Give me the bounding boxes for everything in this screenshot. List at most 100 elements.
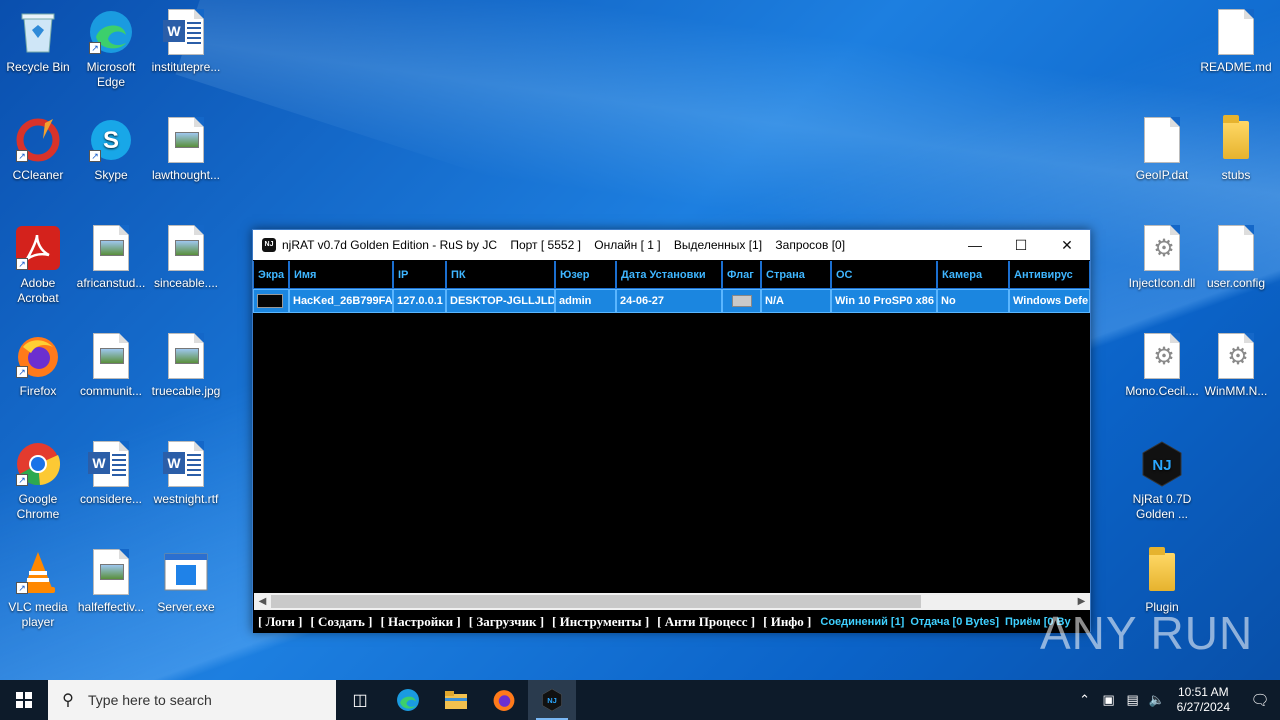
flag-icon [732,295,752,307]
notification-icon[interactable]: 🗨 [1240,691,1280,709]
menu-logs[interactable]: [ Логи ] [258,614,302,630]
desktop-icon-image-file[interactable]: halfeffectiv... [73,548,149,615]
word-doc-icon: W [87,440,135,488]
network-icon[interactable]: ▤ [1121,692,1145,708]
requests-status: Запросов [0] [775,238,846,252]
desktop-icon-ccleaner[interactable]: ↗ CCleaner [0,116,76,183]
col-header-user[interactable]: Юзер [555,261,616,289]
scroll-left-arrow-icon[interactable]: ◀ [254,596,271,607]
desktop-icon-vlc[interactable]: ↗ VLC media player [0,548,76,630]
col-header-flag[interactable]: Флаг [722,261,761,289]
desktop-icon-image-file[interactable]: lawthought... [148,116,224,183]
desktop-icon-label: Recycle Bin [6,60,70,74]
desktop-icon-label: africanstud... [76,276,146,290]
minimize-button[interactable]: — [952,230,998,260]
menu-anti-process[interactable]: [ Анти Процесс ] [657,614,755,630]
col-header-os[interactable]: ОС [831,261,937,289]
desktop-icon-recycle-bin[interactable]: Recycle Bin [0,8,76,75]
svg-text:NJ: NJ [547,696,557,705]
cell-name: HacKed_26B799FA [289,289,393,313]
desktop-icon-label: Adobe Acrobat [17,276,59,305]
start-button[interactable] [0,680,48,720]
col-header-install-date[interactable]: Дата Установки [616,261,722,289]
taskbar-njrat[interactable]: NJ [528,680,576,720]
desktop-icon-njrat[interactable]: NJ NjRat 0.7D Golden ... [1124,440,1200,522]
col-header-screen[interactable]: Экра [253,261,289,289]
system-tray: ⌃ ▣ ▤ 🔈 10:51 AM 6/27/2024 🗨 [1073,680,1280,720]
edge-icon: ↗ [87,8,135,56]
desktop-icon-acrobat[interactable]: ↗ Adobe Acrobat [0,224,76,306]
menu-settings[interactable]: [ Настройки ] [380,614,460,630]
menu-info[interactable]: [ Инфо ] [763,614,811,630]
desktop-icon-image-file[interactable]: truecable.jpg [148,332,224,399]
taskbar-edge[interactable] [384,680,432,720]
desktop-icon-mono-cecil[interactable]: ⚙ Mono.Cecil.... [1124,332,1200,399]
table-row[interactable]: HacKed_26B799FA 127.0.0.1 DESKTOP-JGLLJL… [253,289,1090,313]
njrat-app-icon: NJ [1138,440,1186,488]
col-header-antivirus[interactable]: Антивирус [1009,261,1090,289]
cell-os: Win 10 ProSP0 x86 [831,289,937,313]
taskbar-search-box[interactable]: ⚲ Type here to search [48,680,336,720]
desktop-icon-word-doc[interactable]: W considere... [73,440,149,507]
col-header-name[interactable]: Имя [289,261,393,289]
desktop-icon-label: westnight.rtf [153,492,219,506]
taskbar-clock[interactable]: 10:51 AM 6/27/2024 [1177,685,1230,715]
desktop-icon-edge[interactable]: ↗ Microsoft Edge [73,8,149,90]
desktop-icon-firefox[interactable]: ↗ Firefox [0,332,76,399]
col-header-pc[interactable]: ПК [446,261,555,289]
desktop-icon-chrome[interactable]: ↗ Google Chrome [0,440,76,522]
exe-file-icon [162,548,210,596]
desktop-icon-label: communit... [79,384,142,398]
skype-icon: S ↗ [87,116,135,164]
desktop-icon-geoip[interactable]: GeoIP.dat [1124,116,1200,183]
desktop-icon-label: Google Chrome [16,492,60,521]
anyrun-watermark: ANY RUN [1040,607,1254,659]
desktop-icon-user-config[interactable]: user.config [1198,224,1274,291]
clients-table[interactable]: Экра Имя IP ПК Юзер Дата Установки Флаг … [253,261,1090,313]
col-header-ip[interactable]: IP [393,261,446,289]
desktop-icon-plugin-folder[interactable]: Plugin [1124,547,1200,615]
volume-icon[interactable]: 🔈 [1145,692,1169,708]
desktop-icon-stubs-folder[interactable]: stubs [1198,115,1274,183]
desktop-icon-label: Skype [94,168,128,182]
window-titlebar[interactable]: NJ njRAT v0.7d Golden Edition - RuS by J… [253,230,1090,260]
scroll-thumb[interactable] [271,595,921,608]
njrat-window[interactable]: NJ njRAT v0.7d Golden Edition - RuS by J… [252,229,1091,633]
col-header-country[interactable]: Страна [761,261,831,289]
taskbar-file-explorer[interactable] [432,680,480,720]
desktop-icon-image-file[interactable]: sinceable.... [148,224,224,291]
menu-loader[interactable]: [ Загрузчик ] [469,614,544,630]
desktop-icon-word-doc[interactable]: W institutepre... [148,8,224,75]
desktop-icon-image-file[interactable]: communit... [73,332,149,399]
desktop-icon-word-doc[interactable]: W westnight.rtf [148,440,224,507]
desktop-icon-winmm[interactable]: ⚙ WinMM.N... [1198,332,1274,399]
desktop-icon-label: sinceable.... [153,276,219,290]
menu-create[interactable]: [ Создать ] [310,614,372,630]
scroll-track[interactable] [271,595,1073,608]
desktop-icon-skype[interactable]: S ↗ Skype [73,116,149,183]
horizontal-scrollbar[interactable]: ◀ ▶ [254,593,1090,610]
desktop-icon-image-file[interactable]: africanstud... [73,224,149,291]
security-icon[interactable]: ▣ [1097,692,1121,708]
task-view-button[interactable]: ◫ [336,680,384,720]
maximize-button[interactable]: ☐ [998,230,1044,260]
close-button[interactable]: ✕ [1044,230,1090,260]
menu-tools[interactable]: [ Инструменты ] [552,614,649,630]
vlc-icon: ↗ [14,548,62,596]
col-header-camera[interactable]: Камера [937,261,1009,289]
desktop-icon-injecticon-dll[interactable]: ⚙ InjectIcon.dll [1124,224,1200,291]
desktop-icon-readme[interactable]: README.md [1198,8,1274,75]
desktop-icon-label: Server.exe [157,600,215,614]
word-doc-icon: W [162,8,210,56]
folder-icon [1138,547,1186,596]
desktop-icon-server-exe[interactable]: Server.exe [148,548,224,615]
cell-pc: DESKTOP-JGLLJLD [446,289,555,313]
desktop-icon-label: CCleaner [12,168,64,182]
chevron-up-icon[interactable]: ⌃ [1073,692,1097,708]
file-explorer-icon [445,691,467,709]
taskbar-firefox[interactable] [480,680,528,720]
screen-thumbnail [257,294,283,308]
edge-icon [397,689,419,711]
desktop-icon-label: NjRat 0.7D Golden ... [1132,492,1192,521]
image-file-icon [162,332,210,380]
